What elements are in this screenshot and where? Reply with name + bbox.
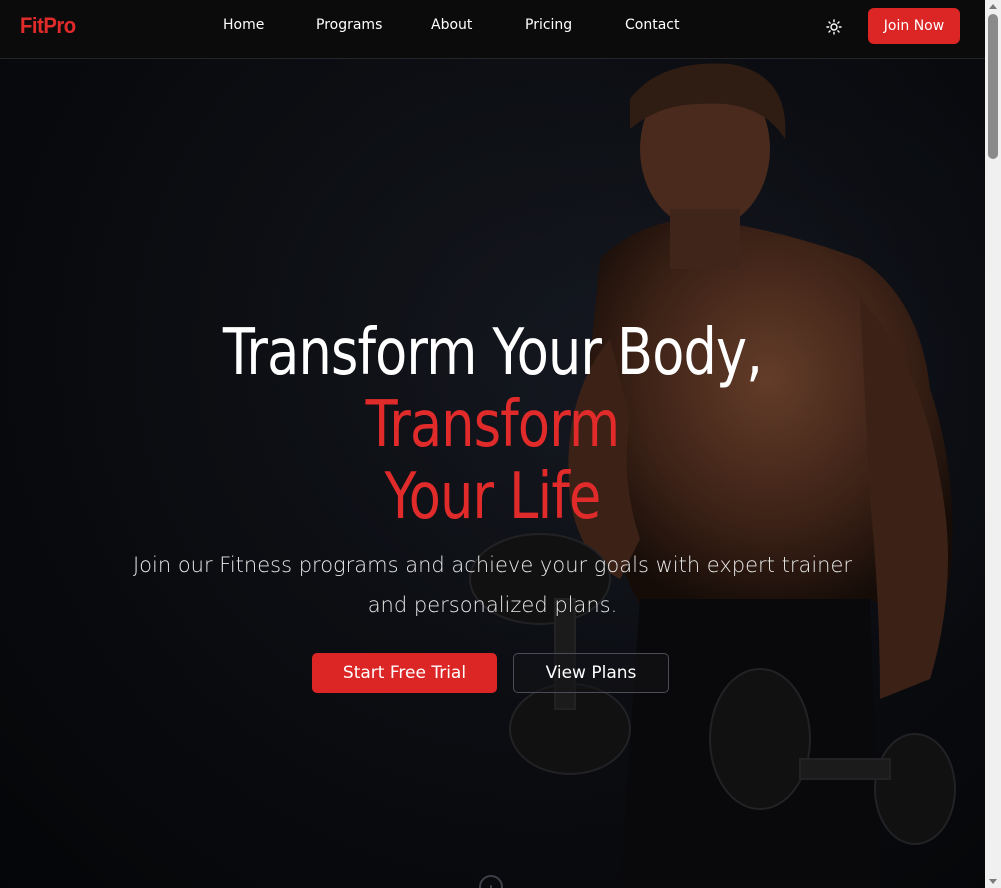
nav-item-about[interactable]: About: [431, 17, 472, 33]
nav-item-pricing[interactable]: Pricing: [525, 17, 572, 33]
page: FitPro Home Programs About Pricing Conta…: [0, 0, 985, 888]
hero-title-accent-1: Transform: [365, 388, 620, 462]
nav-item-contact[interactable]: Contact: [625, 17, 679, 33]
scrollbar[interactable]: [985, 0, 1001, 888]
hero-title: Transform Your Body, Transform Your Life: [89, 317, 897, 533]
logo[interactable]: FitPro: [20, 13, 76, 39]
navbar: FitPro Home Programs About Pricing Conta…: [0, 0, 985, 59]
theme-toggle-button[interactable]: [823, 16, 845, 38]
hero-title-accent-2: Your Life: [384, 460, 602, 534]
nav-item-home[interactable]: Home: [223, 17, 264, 33]
sun-icon: [826, 19, 842, 35]
join-now-button[interactable]: Join Now: [868, 8, 960, 44]
start-free-trial-button[interactable]: Start Free Trial: [312, 653, 497, 693]
hero-section: Transform Your Body, Transform Your Life…: [0, 59, 985, 888]
hero-title-white: Transform Your Body,: [222, 316, 763, 390]
scroll-down-icon[interactable]: [989, 879, 997, 884]
nav-item-programs[interactable]: Programs: [316, 17, 382, 33]
view-plans-button[interactable]: View Plans: [513, 653, 669, 693]
scroll-up-icon[interactable]: [989, 4, 997, 9]
scrollbar-thumb[interactable]: [988, 14, 998, 159]
hero-subtitle: Join our Fitness programs and achieve yo…: [132, 553, 853, 617]
